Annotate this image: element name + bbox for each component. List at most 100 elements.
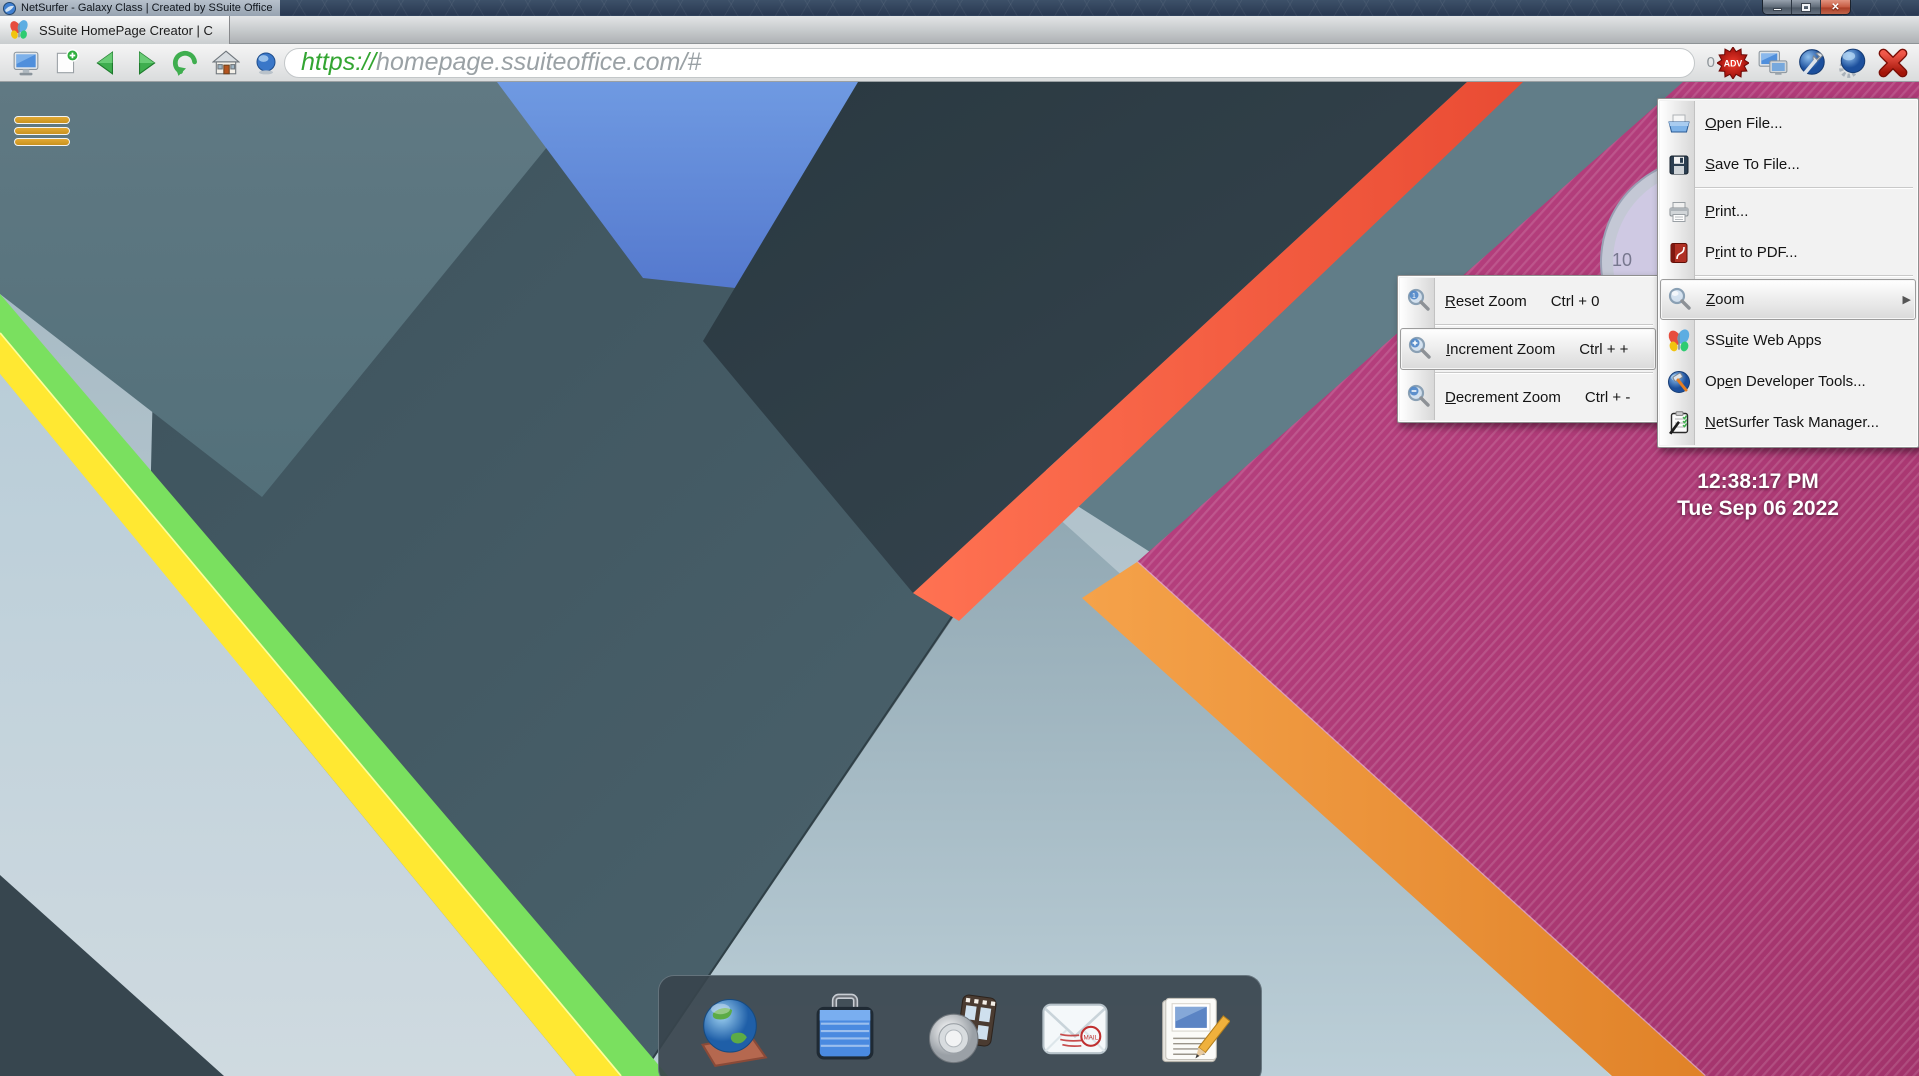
hamburger-menu-button[interactable] (14, 116, 70, 146)
forward-icon (132, 49, 160, 77)
svg-text:ADV: ADV (1724, 58, 1743, 68)
pdf-icon (1665, 239, 1693, 267)
close-button[interactable]: ✕ (1821, 0, 1850, 15)
zoom-submenu: 1 Reset Zoom Ctrl + 0 Incremen (1397, 275, 1659, 423)
minimize-icon (1773, 8, 1782, 11)
browser-main-menu: Open File... Save To File... (1657, 98, 1919, 448)
close-red-icon (1877, 47, 1909, 79)
menu-item-open-file[interactable]: Open File... (1660, 103, 1916, 144)
web-settings-button[interactable] (1837, 47, 1869, 79)
menu-item-save-to-file[interactable]: Save To File... (1660, 144, 1916, 185)
tab-active[interactable]: SSuite HomePage Creator | C (0, 16, 230, 44)
globe-icon (254, 51, 278, 75)
screens-icon (1757, 47, 1789, 79)
devtools-icon (1665, 368, 1693, 396)
open-file-icon (1665, 110, 1693, 138)
site-globe-button[interactable] (250, 47, 282, 79)
submenu-arrow-icon: ▶ (1903, 293, 1911, 306)
svg-text:MAIL: MAIL (1083, 1034, 1098, 1041)
clock-date: Tue Sep 06 2022 (1600, 495, 1916, 522)
minimize-button[interactable] (1763, 0, 1792, 15)
back-icon (92, 49, 120, 77)
new-page-button[interactable] (50, 47, 82, 79)
browser-viewport: 10 12:38:17 PM Tue Sep 06 2022 (0, 82, 1919, 1076)
new-page-icon (52, 49, 80, 77)
dock-mail-button[interactable]: MAIL (1033, 988, 1117, 1072)
home-button[interactable] (210, 47, 242, 79)
tab-label: SSuite HomePage Creator | C (39, 23, 213, 38)
back-button[interactable] (90, 47, 122, 79)
menu-item-open-developer-tools[interactable]: Open Developer Tools... (1660, 361, 1916, 402)
screens-button[interactable] (1757, 47, 1789, 79)
menu-item-reset-zoom[interactable]: 1 Reset Zoom Ctrl + 0 (1400, 280, 1656, 322)
menu-separator (1403, 372, 1653, 374)
home-icon (212, 49, 240, 77)
journal-icon (1150, 990, 1230, 1070)
url-text: homepage.ssuiteoffice.com/# (376, 48, 701, 77)
window-title: NetSurfer - Galaxy Class | Created by SS… (21, 2, 272, 14)
clock-time: 12:38:17 PM (1600, 468, 1916, 495)
menu-item-ssuite-web-apps[interactable]: SSuite Web Apps (1660, 320, 1916, 361)
tab-strip: SSuite HomePage Creator | C (0, 16, 1919, 44)
address-bar[interactable]: https://homepage.ssuiteoffice.com/# (284, 48, 1695, 78)
printer-icon (1665, 198, 1693, 226)
refresh-button[interactable] (170, 47, 202, 79)
main-toolbar: https://homepage.ssuiteoffice.com/# 0 AD… (0, 44, 1919, 82)
magnifier-icon (1666, 286, 1694, 314)
menu-item-print[interactable]: Print... (1660, 191, 1916, 232)
task-manager-icon (1665, 409, 1693, 437)
menu-item-zoom[interactable]: Zoom ▶ (1660, 279, 1916, 320)
zoom-counter: 0 (1707, 54, 1715, 71)
menu-separator (1663, 275, 1913, 277)
mail-icon: MAIL (1035, 990, 1115, 1070)
adv-filter-button[interactable]: ADV (1717, 47, 1749, 79)
save-icon (1665, 151, 1693, 179)
web-settings-icon (1837, 47, 1869, 79)
dock-office-button[interactable] (803, 988, 887, 1072)
monitor-button[interactable] (10, 47, 42, 79)
shortcut-label: Ctrl + - (1585, 389, 1630, 406)
zoom-in-icon (1406, 335, 1434, 363)
internet-globe-icon (690, 990, 770, 1070)
butterfly-icon (1665, 327, 1693, 355)
hamburger-bar (14, 116, 70, 124)
netsurfer-window: NetSurfer - Galaxy Class | Created by SS… (0, 0, 1919, 1076)
zoom-out-icon (1405, 383, 1433, 411)
menu-item-decrement-zoom[interactable]: Decrement Zoom Ctrl + - (1400, 376, 1656, 418)
briefcase-icon (805, 990, 885, 1070)
menu-item-netsurfer-task-manager[interactable]: NetSurfer Task Manager... (1660, 402, 1916, 443)
svg-text:1: 1 (1412, 293, 1416, 300)
monitor-icon (12, 49, 40, 77)
menu-separator (1663, 187, 1913, 189)
shortcut-label: Ctrl + 0 (1551, 293, 1600, 310)
window-titlebar: NetSurfer - Galaxy Class | Created by SS… (0, 0, 1919, 16)
app-icon (3, 2, 16, 15)
desktop-clock: 12:38:17 PM Tue Sep 06 2022 (1600, 468, 1916, 522)
web-tools-icon (1797, 47, 1829, 79)
window-controls: ✕ (1762, 0, 1851, 15)
material-wallpaper: 10 (0, 82, 1919, 1076)
dock: MAIL (658, 975, 1262, 1076)
media-speaker-icon (920, 990, 1000, 1070)
shortcut-label: Ctrl + + (1579, 341, 1628, 358)
adv-badge-icon: ADV (1717, 47, 1749, 79)
menu-item-print-to-pdf[interactable]: Print to PDF... (1660, 232, 1916, 273)
butterfly-logo-icon (8, 19, 30, 41)
hamburger-bar (14, 138, 70, 146)
exit-button[interactable] (1877, 47, 1909, 79)
restore-button[interactable] (1792, 0, 1821, 15)
close-icon: ✕ (1831, 3, 1839, 13)
titlebar-left: NetSurfer - Galaxy Class | Created by SS… (0, 0, 280, 16)
dock-journal-button[interactable] (1148, 988, 1232, 1072)
forward-button[interactable] (130, 47, 162, 79)
clock-numeral: 10 (1612, 250, 1632, 270)
menu-item-increment-zoom[interactable]: Increment Zoom Ctrl + + (1400, 328, 1656, 370)
hamburger-bar (14, 127, 70, 135)
menu-separator (1403, 324, 1653, 326)
dock-internet-button[interactable] (688, 988, 772, 1072)
dock-media-button[interactable] (918, 988, 1002, 1072)
web-tools-button[interactable] (1797, 47, 1829, 79)
titlebar-pattern: ✕ (280, 0, 1919, 16)
refresh-icon (172, 49, 200, 77)
zoom-reset-icon: 1 (1405, 287, 1433, 315)
